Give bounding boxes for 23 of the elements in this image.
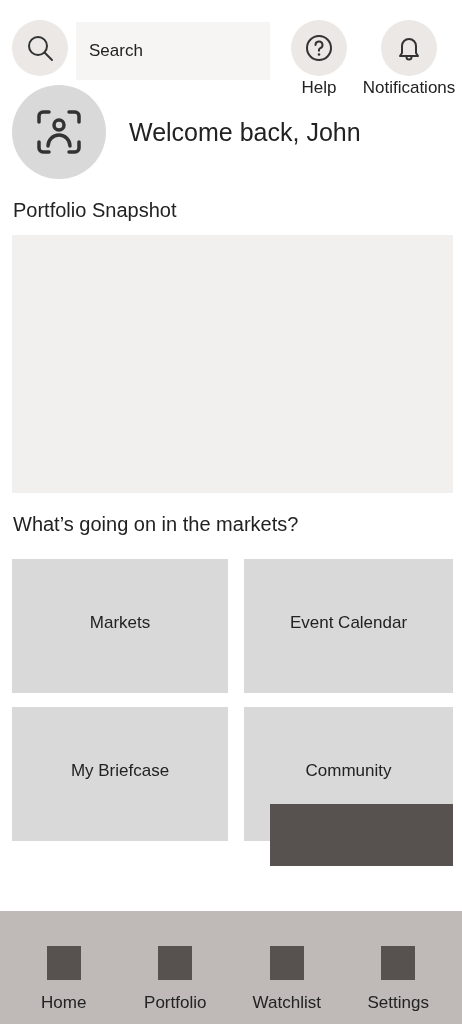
placeholder-icon [381, 946, 416, 980]
search-field[interactable]: Search [76, 22, 270, 80]
market-tile[interactable]: My Briefcase [12, 707, 228, 841]
notifications-button[interactable] [381, 20, 437, 76]
action-label: Notifications [362, 78, 456, 98]
section-title: What’s going on in the markets? [12, 513, 300, 536]
greeting: Welcome back, John [129, 117, 361, 147]
placeholder-icon [46, 946, 81, 980]
section-title: Portfolio Snapshot [12, 199, 178, 222]
search-icon [26, 34, 54, 62]
nav-item[interactable]: Watchlist [236, 946, 337, 1024]
nav-item[interactable]: Portfolio [125, 946, 226, 1024]
help-icon [305, 34, 333, 62]
search-button[interactable] [12, 20, 68, 76]
nav-item[interactable]: Home [13, 946, 114, 1024]
placeholder-icon [269, 946, 304, 980]
face-scan-icon [35, 108, 83, 156]
market-tile[interactable]: Event Calendar [244, 559, 453, 693]
market-tile[interactable]: Markets [12, 559, 228, 693]
help-button[interactable] [291, 20, 347, 76]
placeholder-icon [158, 946, 193, 980]
action-label: Help [301, 78, 337, 98]
nav-item[interactable]: Settings [348, 946, 449, 1024]
